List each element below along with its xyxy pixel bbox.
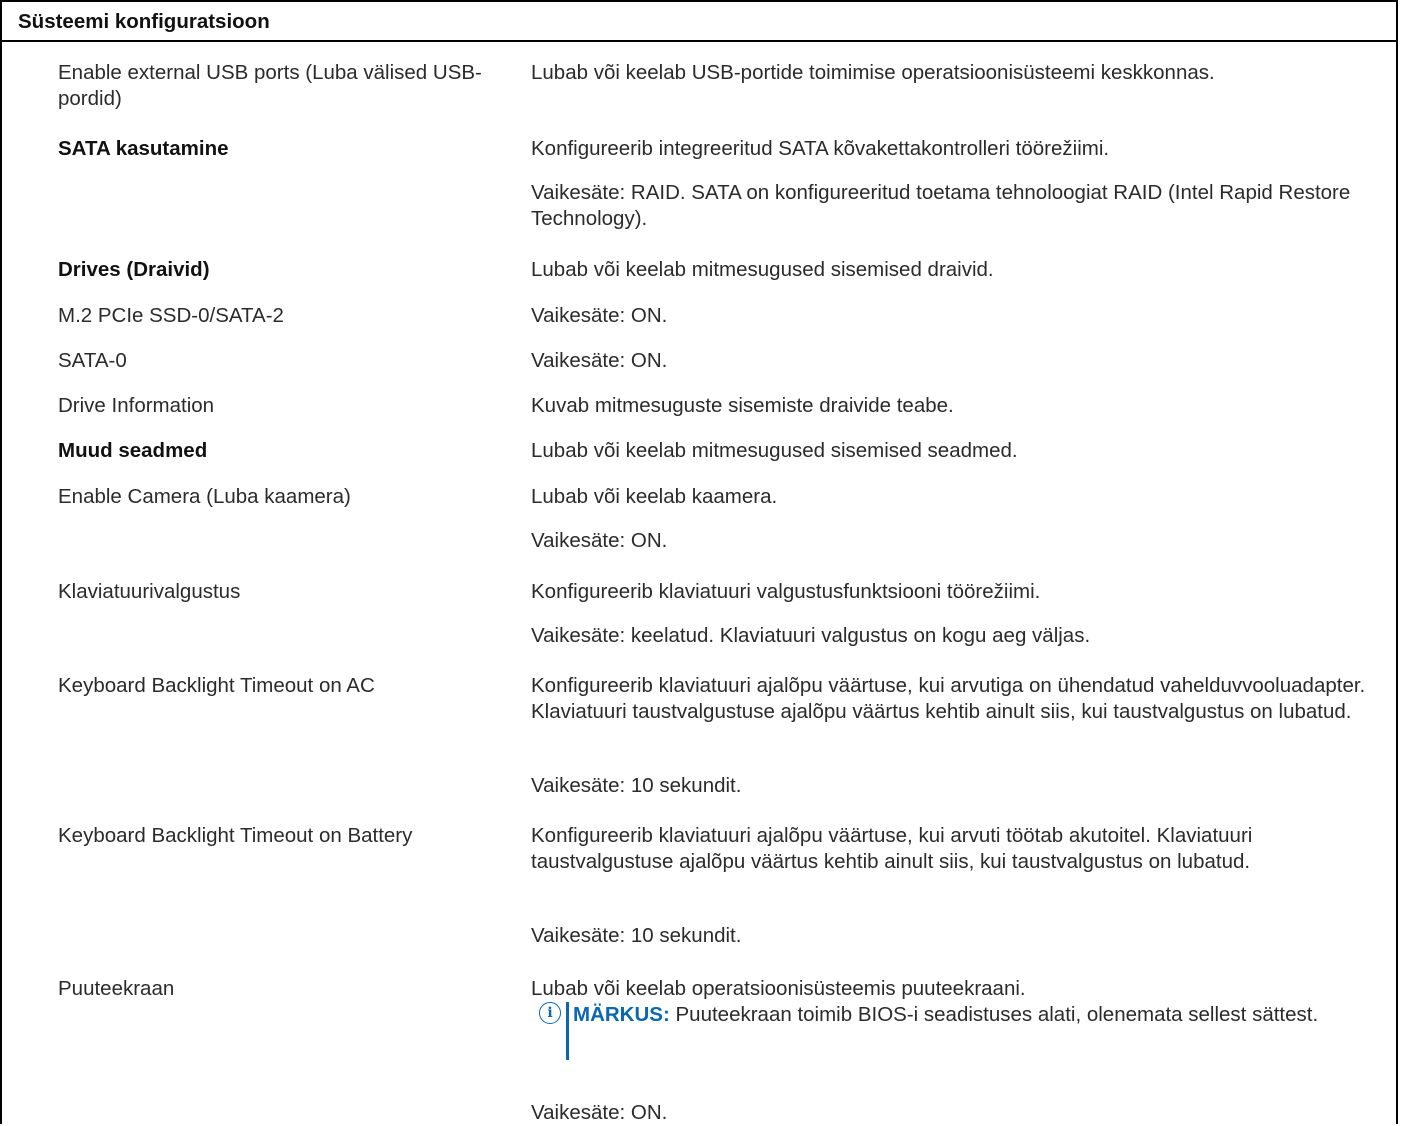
row-label: SATA kasutamine bbox=[58, 137, 229, 160]
row-default: Vaikesäte: 10 sekundit. bbox=[531, 924, 742, 947]
row-label: Puuteekraan bbox=[58, 977, 175, 1000]
section-title: Süsteemi konfiguratsioon bbox=[18, 10, 270, 33]
note-bar bbox=[566, 1002, 569, 1060]
note-label: MÄRKUS: bbox=[573, 1003, 670, 1026]
row-label: SATA-0 bbox=[58, 349, 127, 372]
row-default: Vaikesäte: ON. bbox=[531, 304, 668, 327]
row-description: Konfigureerib klaviatuuri ajalõpu väärtu… bbox=[531, 824, 1253, 873]
row-label: Drives (Draivid) bbox=[58, 258, 210, 281]
row-label: Muud seadmed bbox=[58, 439, 208, 462]
note-text: MÄRKUS: Puuteekraan toimib BIOS-i seadis… bbox=[573, 1002, 1373, 1028]
row-description: Lubab või keelab kaamera. bbox=[531, 485, 778, 508]
info-icon: i bbox=[539, 1002, 561, 1024]
row-label: Enable Camera (Luba kaamera) bbox=[58, 485, 351, 508]
row-default: Vaikesäte: 10 sekundit. bbox=[531, 774, 742, 797]
row-label: Drive Information bbox=[58, 394, 215, 417]
note-body: Puuteekraan toimib BIOS-i seadistuses al… bbox=[675, 1003, 1319, 1026]
row-default: Vaikesäte: RAID. SATA on konfigureeritud… bbox=[531, 181, 1351, 230]
table-header: Süsteemi konfiguratsioon bbox=[0, 0, 1398, 42]
row-description: Kuvab mitmesuguste sisemiste draivide te… bbox=[531, 394, 954, 417]
row-default: Vaikesäte: ON. bbox=[531, 529, 668, 552]
row-description: Lubab või keelab USB-portide toimimise o… bbox=[531, 61, 1215, 84]
row-label: Enable external USB ports (Luba välised … bbox=[58, 61, 482, 110]
row-description: Konfigureerib klaviatuuri ajalõpu väärtu… bbox=[531, 674, 1366, 723]
row-label: Klaviatuurivalgustus bbox=[58, 580, 241, 603]
table-left-border bbox=[0, 42, 2, 1124]
row-description: Lubab või keelab mitmesugused sisemised … bbox=[531, 258, 994, 281]
table-frame bbox=[0, 0, 1398, 1124]
row-description: Konfigureerib integreeritud SATA kõvaket… bbox=[531, 137, 1110, 160]
row-description: Konfigureerib klaviatuuri valgustusfunkt… bbox=[531, 580, 1041, 603]
row-description: Lubab või keelab mitmesugused sisemised … bbox=[531, 439, 1018, 462]
row-label: M.2 PCIe SSD-0/SATA-2 bbox=[58, 304, 284, 327]
row-label: Keyboard Backlight Timeout on Battery bbox=[58, 824, 413, 847]
row-description: Lubab või keelab operatsioonisüsteemis p… bbox=[531, 977, 1026, 1000]
row-default: Vaikesäte: ON. bbox=[531, 349, 668, 372]
row-label: Keyboard Backlight Timeout on AC bbox=[58, 674, 375, 697]
row-default: Vaikesäte: ON. bbox=[531, 1101, 668, 1124]
row-default: Vaikesäte: keelatud. Klaviatuuri valgust… bbox=[531, 624, 1091, 647]
